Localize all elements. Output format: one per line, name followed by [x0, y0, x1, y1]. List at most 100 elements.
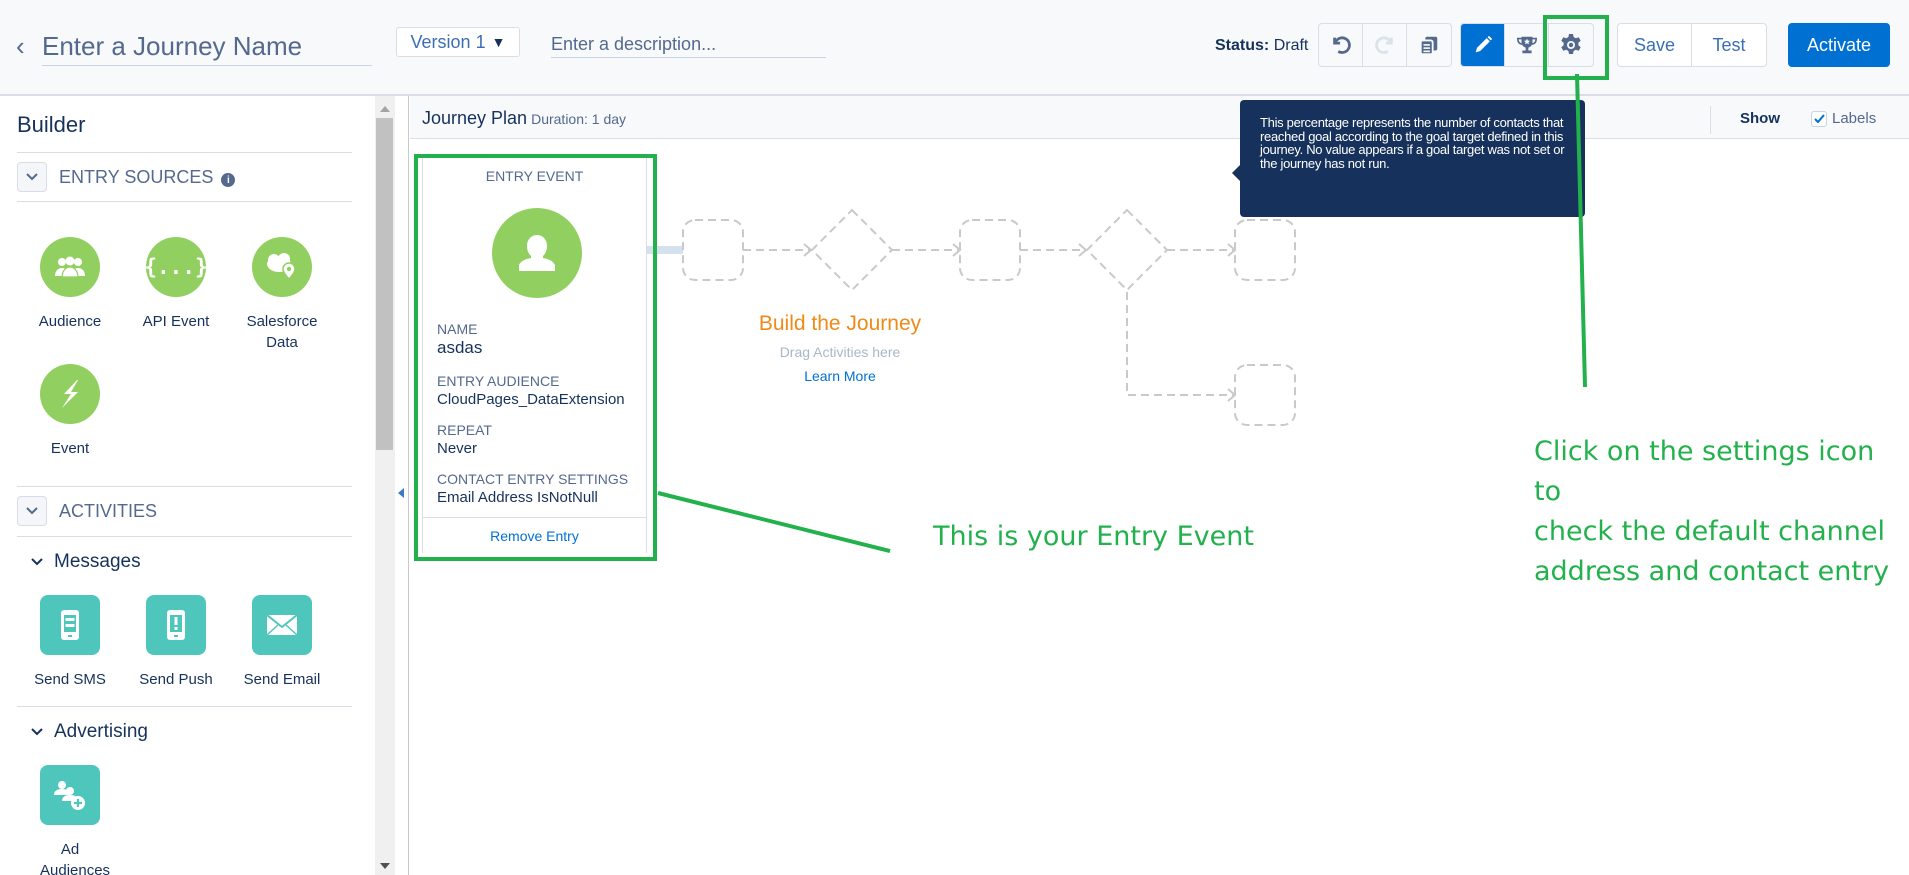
field-value: Never — [437, 440, 478, 457]
field-key: REPEAT — [437, 422, 492, 438]
entry-source-event[interactable]: Event — [17, 364, 123, 459]
save-button[interactable]: Save — [1618, 24, 1692, 66]
trophy-icon — [1516, 36, 1537, 54]
contact-avatar-icon — [492, 208, 582, 298]
field-key: CONTACT ENTRY SETTINGS — [437, 471, 629, 487]
decision-placeholder-slot[interactable] — [810, 208, 894, 292]
tile-label: Send Push — [139, 671, 213, 688]
entry-sources-toggle[interactable] — [17, 162, 47, 192]
sidebar-splitter[interactable] — [395, 96, 409, 875]
activity-send-sms[interactable]: Send SMS — [17, 595, 123, 690]
activity-placeholder-slot[interactable] — [682, 219, 744, 281]
version-dropdown[interactable]: Version 1 ▼ — [396, 27, 520, 57]
event-icon — [40, 364, 100, 424]
undo-button[interactable] — [1319, 24, 1363, 66]
divider — [423, 517, 646, 518]
sms-icon — [40, 595, 100, 655]
learn-more-link[interactable]: Learn More — [680, 368, 1000, 384]
gear-icon — [1561, 34, 1581, 54]
activities-label: ACTIVITIES — [59, 500, 158, 521]
entry-event-annotation: This is your Entry Event — [933, 521, 1254, 552]
arrow-head-icon — [1227, 243, 1237, 257]
undo-icon — [1332, 36, 1351, 54]
back-chevron-icon[interactable]: ‹ — [16, 33, 25, 59]
journey-name-input[interactable] — [42, 28, 372, 66]
tile-label: Salesforce Data — [246, 313, 318, 351]
version-label: Version 1 — [410, 31, 486, 52]
settings-annotation-line: Click on the settings icon to — [1534, 436, 1875, 507]
arrow-head-icon — [1227, 388, 1237, 402]
edit-mode-button[interactable] — [1461, 24, 1505, 66]
entry-source-audience[interactable]: Audience — [17, 237, 123, 332]
field-key: ENTRY AUDIENCE — [437, 373, 560, 389]
settings-annotation-line: check the default channel — [1534, 516, 1885, 547]
push-icon — [146, 595, 206, 655]
goal-button[interactable] — [1505, 24, 1549, 66]
messages-group-toggle[interactable]: Messages — [30, 551, 141, 573]
status-label: Status: — [1215, 37, 1270, 54]
chevron-down-icon — [26, 173, 38, 181]
audience-icon — [40, 237, 100, 297]
build-journey-placeholder: Build the Journey Drag Activities here L… — [680, 312, 1000, 384]
sidebar-scrollbar[interactable] — [375, 96, 395, 875]
copy-button[interactable] — [1407, 24, 1451, 66]
messages-label: Messages — [54, 551, 141, 572]
field-value: CloudPages_DataExtension — [437, 391, 625, 408]
activities-toggle[interactable] — [17, 496, 47, 526]
redo-button[interactable] — [1363, 24, 1407, 66]
activity-ad-audiences[interactable]: Ad Audiences — [17, 765, 123, 875]
status-value: Draft — [1273, 37, 1309, 54]
save-test-button-group: Save Test — [1617, 23, 1767, 67]
caret-down-icon: ▼ — [491, 34, 506, 50]
history-button-group — [1318, 23, 1452, 67]
builder-title: Builder — [17, 112, 86, 137]
salesforce-data-icon — [252, 237, 312, 297]
tile-label: Ad Audiences — [40, 841, 111, 875]
collapse-left-icon[interactable] — [398, 488, 404, 498]
field-key: NAME — [437, 321, 478, 337]
divider — [17, 201, 352, 202]
advertising-group-toggle[interactable]: Advertising — [30, 721, 148, 743]
description-input[interactable] — [551, 32, 826, 58]
tile-label: Send SMS — [34, 671, 106, 688]
arrow-head-icon — [1078, 243, 1088, 257]
journey-header: ‹ Version 1 ▼ Status: Draft Save Test — [0, 0, 1909, 96]
arrow-head-icon — [952, 243, 962, 257]
email-icon — [252, 595, 312, 655]
activity-placeholder-slot[interactable] — [1234, 364, 1296, 426]
activity-placeholder-slot[interactable] — [1234, 219, 1296, 281]
divider — [17, 152, 352, 153]
entry-event-card[interactable]: ENTRY EVENT NAME asdas ENTRY AUDIENCE Cl… — [422, 156, 647, 553]
remove-entry-link[interactable]: Remove Entry — [423, 528, 646, 544]
decision-placeholder-slot[interactable] — [1085, 208, 1169, 292]
pencil-icon — [1475, 35, 1492, 53]
activate-button[interactable]: Activate — [1788, 23, 1890, 67]
api-event-icon: {...} — [144, 237, 208, 297]
divider — [17, 706, 352, 707]
goal-tooltip: This percentage represents the number of… — [1232, 100, 1585, 217]
scroll-up-arrow-icon[interactable] — [380, 106, 390, 112]
settings-button[interactable] — [1549, 24, 1593, 66]
entry-sources-text: ENTRY SOURCES — [59, 166, 214, 187]
entry-connector — [647, 246, 683, 254]
entry-source-api-event[interactable]: {...} API Event — [123, 237, 229, 332]
entry-field-audience: ENTRY AUDIENCE CloudPages_DataExtension — [437, 372, 642, 409]
status-indicator: Status: Draft — [1215, 37, 1308, 55]
activities-header: ACTIVITIES — [17, 496, 157, 526]
activity-send-email[interactable]: Send Email — [229, 595, 335, 690]
entry-source-salesforce-data[interactable]: Salesforce Data — [229, 237, 335, 353]
chevron-down-icon — [26, 507, 38, 515]
activity-send-push[interactable]: Send Push — [123, 595, 229, 690]
divider — [17, 486, 352, 487]
copy-icon — [1419, 36, 1438, 56]
info-icon[interactable]: i — [221, 173, 236, 187]
activity-placeholder-slot[interactable] — [959, 219, 1021, 281]
entry-sources-label: ENTRY SOURCES i — [59, 166, 236, 188]
arrow-head-icon — [803, 243, 813, 257]
entry-field-repeat: REPEAT Never — [437, 421, 642, 458]
scroll-down-arrow-icon[interactable] — [380, 863, 390, 869]
ad-audiences-icon — [40, 765, 100, 825]
scroll-thumb[interactable] — [376, 118, 393, 450]
chevron-down-icon — [31, 728, 43, 736]
test-button[interactable]: Test — [1692, 24, 1766, 66]
